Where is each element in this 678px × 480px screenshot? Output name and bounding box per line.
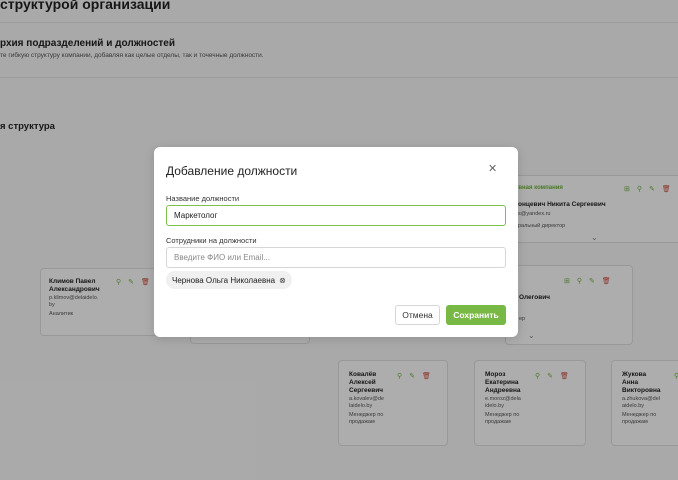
position-name-input[interactable] <box>166 205 506 226</box>
dialog-title: Добавление должности <box>166 164 298 178</box>
add-position-dialog: Добавление должности ✕ Название должност… <box>154 147 518 337</box>
employee-search-input[interactable] <box>166 247 506 268</box>
remove-chip-icon[interactable]: ⊗ <box>279 276 286 285</box>
position-name-label: Название должности <box>166 194 240 203</box>
cancel-button[interactable]: Отмена <box>395 305 440 325</box>
chip-label: Чернова Ольга Николаевна <box>172 275 276 285</box>
save-button[interactable]: Сохранить <box>446 305 506 325</box>
employee-chip: Чернова Ольга Николаевна ⊗ <box>166 271 292 289</box>
close-icon[interactable]: ✕ <box>488 162 497 175</box>
employees-label: Сотрудники на должности <box>166 236 257 245</box>
